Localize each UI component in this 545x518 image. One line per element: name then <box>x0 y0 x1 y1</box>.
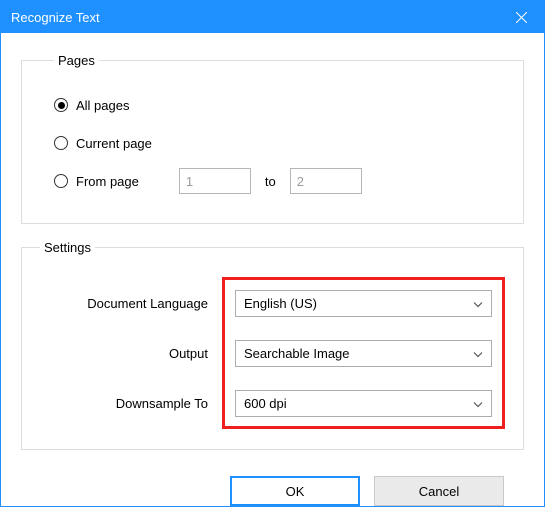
radio-from-page[interactable]: From page to <box>54 169 505 193</box>
setting-row-downsample: Downsample To 600 dpi <box>235 388 492 418</box>
chevron-down-icon <box>473 396 483 411</box>
cancel-button[interactable]: Cancel <box>374 476 504 506</box>
radio-icon <box>54 174 68 188</box>
to-label: to <box>265 174 276 189</box>
select-value: 600 dpi <box>244 396 287 411</box>
pages-legend: Pages <box>54 53 99 68</box>
setting-row-language: Document Language English (US) <box>235 288 492 318</box>
output-select[interactable]: Searchable Image <box>235 340 492 367</box>
close-icon <box>516 12 527 23</box>
output-label: Output <box>40 346 222 361</box>
select-value: English (US) <box>244 296 317 311</box>
downsample-label: Downsample To <box>40 396 222 411</box>
titlebar: Recognize Text <box>1 1 544 33</box>
downsample-select[interactable]: 600 dpi <box>235 390 492 417</box>
dialog-body: Pages All pages Current page From page t… <box>1 33 544 518</box>
radio-label: All pages <box>76 98 129 113</box>
radio-icon <box>54 136 68 150</box>
radio-label: Current page <box>76 136 152 151</box>
setting-row-output: Output Searchable Image <box>235 338 492 368</box>
radio-all-pages[interactable]: All pages <box>54 93 505 117</box>
radio-icon <box>54 98 68 112</box>
radio-label: From page <box>76 174 139 189</box>
window-title: Recognize Text <box>11 10 499 25</box>
ok-button[interactable]: OK <box>230 476 360 506</box>
highlight-annotation: Document Language English (US) Output Se… <box>222 277 505 429</box>
button-row: OK Cancel <box>21 466 524 506</box>
select-value: Searchable Image <box>244 346 350 361</box>
language-select[interactable]: English (US) <box>235 290 492 317</box>
settings-legend: Settings <box>40 240 95 255</box>
language-label: Document Language <box>40 296 222 311</box>
page-range-inputs: to <box>179 168 362 194</box>
to-page-input[interactable] <box>290 168 362 194</box>
dialog-window: Recognize Text Pages All pages Current p… <box>0 0 545 507</box>
from-page-input[interactable] <box>179 168 251 194</box>
radio-current-page[interactable]: Current page <box>54 131 505 155</box>
close-button[interactable] <box>499 1 544 33</box>
chevron-down-icon <box>473 296 483 311</box>
settings-group: Settings Document Language English (US) … <box>21 240 524 450</box>
chevron-down-icon <box>473 346 483 361</box>
pages-group: Pages All pages Current page From page t… <box>21 53 524 224</box>
